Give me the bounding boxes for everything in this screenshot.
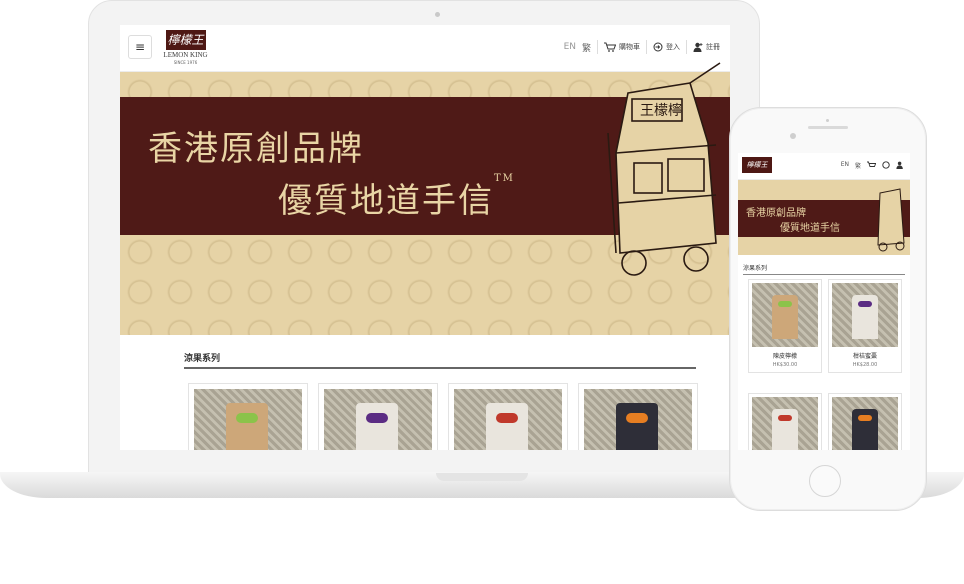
- mobile-nav: EN 繁: [841, 161, 904, 170]
- product-pouch: [772, 409, 798, 450]
- laptop-screen: ≡ 檸檬王 LEMON KING SINCE 1976 EN 繁 購物車 登入 …: [120, 25, 730, 450]
- logo-name: LEMON KING: [163, 51, 208, 59]
- mobile-section-title: 涼果系列: [743, 263, 905, 275]
- mobile-header: 檸檬王 EN 繁: [738, 153, 910, 180]
- phone-home-button[interactable]: [809, 465, 841, 497]
- section-title: 涼果系列: [184, 351, 696, 369]
- product-price: HK$28.00: [852, 362, 878, 368]
- product-name: 柑桔蜜棗: [852, 353, 877, 360]
- product-pouch: [486, 403, 528, 450]
- user-icon: [693, 42, 703, 52]
- product-image: [832, 397, 898, 450]
- hero-title-line1: 香港原創品牌: [148, 129, 364, 169]
- phone-speaker: [808, 126, 848, 129]
- nav-divider: [686, 40, 687, 54]
- login-icon: [653, 42, 663, 52]
- cart-label: 購物車: [619, 43, 640, 51]
- phone-sensor: [790, 133, 796, 139]
- product-image: [832, 283, 898, 347]
- hero-title-line2: 優質地道手信TM: [278, 173, 515, 222]
- login-label: 登入: [666, 43, 680, 51]
- lang-en-link[interactable]: EN: [564, 42, 576, 52]
- cart-icon[interactable]: [867, 161, 876, 169]
- user-icon[interactable]: [896, 161, 904, 169]
- product-card[interactable]: [188, 383, 308, 450]
- product-name: 陳皮檸檬: [772, 353, 797, 360]
- logo-since: SINCE 1976: [173, 60, 198, 65]
- laptop-notch: [436, 473, 528, 481]
- hero-title-line2-text: 優質地道手信: [278, 181, 494, 221]
- phone-camera: [826, 119, 829, 122]
- product-pouch: [772, 295, 798, 339]
- trademark-mark: TM: [494, 173, 515, 184]
- section-header: 涼果系列: [184, 351, 696, 369]
- product-pouch: [852, 409, 878, 450]
- site-logo[interactable]: 檸檬王 LEMON KING SINCE 1976: [158, 30, 213, 68]
- login-icon[interactable]: [882, 161, 890, 169]
- product-image: [752, 283, 818, 347]
- product-pouch: [226, 403, 268, 450]
- mobile-product-card[interactable]: [828, 393, 902, 450]
- mobile-hero-line2: 優質地道手信: [780, 223, 840, 234]
- lang-zh-link[interactable]: 繁: [855, 161, 861, 170]
- phone-screen: 檸檬王 EN 繁 香港原創品牌 優質地道手信 涼果系列 陳皮檸檬 HK$30.0…: [738, 153, 910, 450]
- menu-icon[interactable]: ≡: [128, 35, 152, 59]
- product-image: [752, 397, 818, 450]
- product-card[interactable]: [448, 383, 568, 450]
- product-grid: [188, 383, 698, 450]
- nav-divider: [646, 40, 647, 54]
- product-pouch: [356, 403, 398, 450]
- nav-divider: [597, 40, 598, 54]
- product-price: HK$30.00: [772, 362, 798, 368]
- street-cart-illustration: 王檬檸: [607, 62, 721, 276]
- cart-icon: [604, 42, 616, 52]
- lang-zh-link[interactable]: 繁: [582, 41, 591, 54]
- product-card[interactable]: [578, 383, 698, 450]
- mobile-cart-illustration: [877, 188, 905, 252]
- laptop-camera: [435, 12, 440, 17]
- product-image: [454, 389, 562, 450]
- lang-en-link[interactable]: EN: [841, 161, 849, 170]
- mobile-product-card[interactable]: 陳皮檸檬 HK$30.00: [748, 279, 822, 373]
- product-image: [194, 389, 302, 450]
- product-image: [584, 389, 692, 450]
- register-button[interactable]: 註冊: [693, 42, 720, 52]
- mobile-product-card[interactable]: 柑桔蜜棗 HK$28.00: [828, 279, 902, 373]
- svg-text:王檬檸: 王檬檸: [640, 103, 682, 119]
- product-image: [324, 389, 432, 450]
- mobile-product-card[interactable]: [748, 393, 822, 450]
- mobile-hero-line1: 香港原創品牌: [746, 208, 806, 219]
- product-pouch: [616, 403, 658, 450]
- logo-mark: 檸檬王: [165, 30, 206, 50]
- cart-button[interactable]: 購物車: [604, 42, 640, 52]
- mobile-logo[interactable]: 檸檬王: [742, 157, 772, 173]
- product-card[interactable]: [318, 383, 438, 450]
- product-pouch: [852, 295, 878, 339]
- login-button[interactable]: 登入: [653, 42, 680, 52]
- register-label: 註冊: [706, 43, 720, 51]
